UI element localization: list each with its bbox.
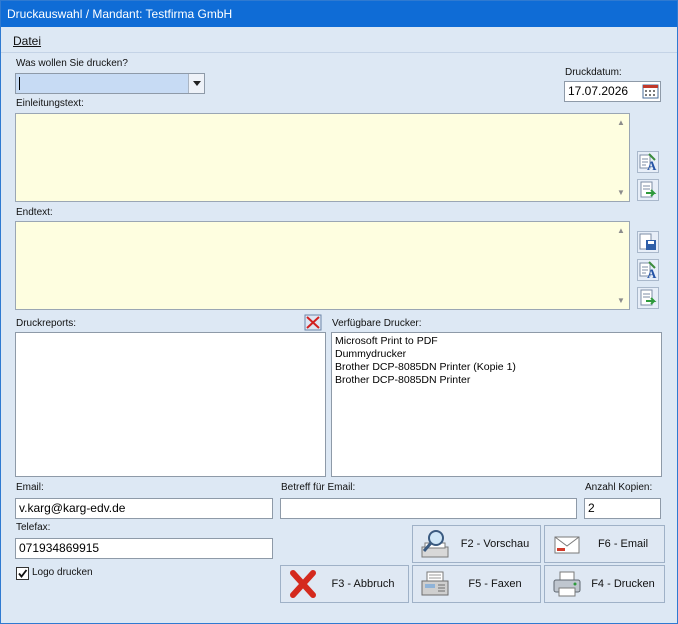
svg-text:A: A [647, 158, 657, 172]
betreff-field[interactable] [280, 498, 577, 519]
endtext-scrollbar[interactable]: ▲ ▼ [614, 222, 629, 309]
email-field[interactable]: v.karg@karg-edv.de [15, 498, 273, 519]
was-drucken-combobox[interactable] [15, 73, 205, 94]
scroll-down-icon[interactable]: ▼ [617, 188, 625, 197]
window-title: Druckauswahl / Mandant: Testfirma GmbH [7, 7, 233, 21]
betreff-label: Betreff für Email: [281, 482, 356, 493]
scroll-down-icon[interactable]: ▼ [617, 296, 625, 305]
drucken-button[interactable]: F4 - Drucken [544, 565, 665, 603]
telefax-label: Telefax: [16, 522, 51, 533]
vorschau-label: F2 - Vorschau [460, 538, 530, 550]
kopien-field[interactable]: 2 [584, 498, 661, 519]
was-drucken-label: Was wollen Sie drucken? [16, 58, 128, 69]
print-dialog-window: Druckauswahl / Mandant: Testfirma GmbH D… [0, 0, 678, 624]
druckdatum-label: Druckdatum: [565, 67, 622, 78]
title-bar: Druckauswahl / Mandant: Testfirma GmbH [1, 1, 677, 27]
abbruch-label: F3 - Abbruch [331, 578, 395, 590]
einleitungstext-label: Einleitungstext: [16, 98, 84, 109]
chevron-down-icon[interactable] [188, 74, 204, 93]
fax-icon [421, 571, 449, 596]
edit-font-button-2[interactable]: A [637, 259, 659, 281]
kopien-label: Anzahl Kopien: [585, 482, 653, 493]
kopien-value: 2 [588, 501, 595, 515]
save-text-button[interactable] [637, 231, 659, 253]
edit-font-icon: A [639, 261, 657, 281]
logo-drucken-label: Logo drucken [32, 567, 93, 578]
drucker-label: Verfügbare Drucker: [332, 318, 422, 329]
checkmark-icon [18, 569, 28, 578]
clear-reports-icon[interactable] [304, 314, 322, 331]
telefax-field[interactable]: 071934869915 [15, 538, 273, 559]
menu-bar: Datei [1, 27, 677, 53]
logo-drucken-checkbox[interactable] [16, 567, 29, 580]
list-item[interactable]: Dummydrucker [332, 348, 661, 361]
faxen-button[interactable]: F5 - Faxen [412, 565, 541, 603]
email-button-label: F6 - Email [597, 538, 649, 550]
email-label: Email: [16, 482, 44, 493]
abbruch-button[interactable]: F3 - Abbruch [280, 565, 409, 603]
email-value: v.karg@karg-edv.de [19, 501, 126, 515]
list-item[interactable]: Microsoft Print to PDF [332, 335, 661, 348]
druckreports-list[interactable] [15, 332, 326, 477]
einleitungstext-area[interactable]: ▲ ▼ [15, 113, 630, 202]
telefax-value: 071934869915 [19, 541, 100, 555]
drucker-list[interactable]: Microsoft Print to PDF Dummydrucker Brot… [331, 332, 662, 477]
magnifier-icon [421, 530, 449, 558]
insert-text-button-1[interactable] [637, 179, 659, 201]
text-caret [19, 77, 20, 90]
email-envelope-icon [554, 536, 580, 554]
druckdatum-value: 17.07.2026 [568, 84, 629, 98]
insert-text-icon [640, 289, 657, 306]
list-item[interactable]: Brother DCP-8085DN Printer [332, 374, 661, 387]
einleitung-scrollbar[interactable]: ▲ ▼ [614, 114, 629, 201]
edit-font-button-1[interactable]: A [637, 151, 659, 173]
red-x-icon [290, 570, 316, 598]
insert-text-icon [640, 181, 657, 198]
scroll-up-icon[interactable]: ▲ [617, 226, 625, 235]
endtext-label: Endtext: [16, 207, 53, 218]
insert-text-button-2[interactable] [637, 287, 659, 309]
scroll-up-icon[interactable]: ▲ [617, 118, 625, 127]
faxen-label: F5 - Faxen [468, 578, 522, 590]
vorschau-button[interactable]: F2 - Vorschau [412, 525, 541, 563]
svg-text:A: A [647, 266, 657, 280]
list-item[interactable]: Brother DCP-8085DN Printer (Kopie 1) [332, 361, 661, 374]
endtext-area[interactable]: ▲ ▼ [15, 221, 630, 310]
calendar-icon[interactable] [642, 83, 659, 99]
printer-icon [553, 571, 581, 597]
email-button[interactable]: F6 - Email [544, 525, 665, 563]
drucken-label: F4 - Drucken [591, 578, 655, 590]
druckreports-label: Druckreports: [16, 318, 77, 329]
edit-font-icon: A [639, 153, 657, 173]
save-text-icon [639, 233, 656, 250]
menu-datei[interactable]: Datei [13, 34, 41, 48]
